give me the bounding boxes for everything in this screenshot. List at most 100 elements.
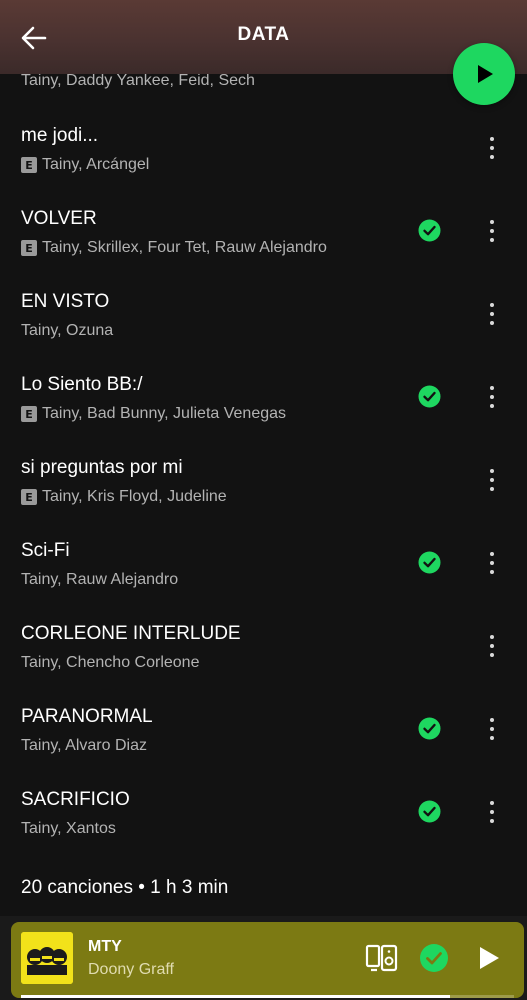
- playback-progress-bar: [21, 995, 514, 998]
- more-dot: [490, 635, 494, 639]
- explicit-badge: E: [21, 489, 37, 505]
- explicit-badge: E: [21, 240, 37, 256]
- now-playing-artist: Doony Graff: [88, 961, 174, 978]
- more-dot: [490, 395, 494, 399]
- page-title: DATA: [237, 24, 290, 45]
- downloaded-check-icon: [418, 385, 441, 408]
- track-subtitle: Tainy, Ozuna: [21, 321, 113, 341]
- track-row[interactable]: Lo Siento BB:/ E Tainy, Bad Bunny, Julieta…: [0, 356, 527, 439]
- more-dot: [490, 229, 494, 233]
- track-title: si preguntas por mi: [21, 457, 183, 478]
- track-subtitle: E Tainy, Kris Floyd, Judeline: [21, 487, 227, 507]
- track-artists: Tainy, Rauw Alejandro: [21, 571, 179, 588]
- more-dot: [490, 727, 494, 731]
- track-row[interactable]: PARANORMAL Tainy, Alvaro Diaz: [0, 688, 527, 771]
- more-options-button[interactable]: [480, 134, 504, 162]
- more-dot: [490, 819, 494, 823]
- track-subtitle: Tainy, Alvaro Diaz: [21, 736, 147, 756]
- track-artists: Tainy, Skrillex, Four Tet, Rauw Alejandr…: [42, 239, 327, 256]
- track-row[interactable]: Sci-Fi Tainy, Rauw Alejandro: [0, 522, 527, 605]
- play-icon: [480, 947, 499, 969]
- track-artists: Tainy, Kris Floyd, Judeline: [42, 488, 227, 505]
- track-row[interactable]: CORLEONE INTERLUDE Tainy, Chencho Corleon…: [0, 605, 527, 688]
- playlist-summary: 20 canciones • 1 h 3 min: [21, 877, 229, 898]
- track-subtitle: Tainy, Xantos: [21, 819, 116, 839]
- more-dot: [490, 386, 494, 390]
- playlist-screen: DATA Tainy, Daddy Yankee, Feid, Sech me …: [0, 0, 527, 1000]
- more-dot: [490, 303, 494, 307]
- explicit-badge: E: [21, 406, 37, 422]
- more-dot: [490, 561, 494, 565]
- more-dot: [490, 801, 494, 805]
- more-options-button[interactable]: [480, 549, 504, 577]
- mini-player[interactable]: MTY Doony Graff: [11, 922, 524, 998]
- connect-device-button[interactable]: [365, 942, 399, 974]
- track-subtitle: E Tainy, Skrillex, Four Tet, Rauw Alejand…: [21, 238, 327, 258]
- play-icon: [478, 65, 493, 83]
- track-artists: Tainy, Ozuna: [21, 322, 114, 339]
- track-title: Lo Siento BB:/: [21, 374, 143, 395]
- devices-icon: [365, 944, 398, 972]
- more-dot: [490, 718, 494, 722]
- playback-progress-fill: [21, 995, 450, 998]
- more-dot: [490, 469, 494, 473]
- more-dot: [490, 312, 494, 316]
- track-list: me jodi... E Tainy, Arcángel VOLVER E Tainy, …: [0, 107, 527, 854]
- more-options-button[interactable]: [480, 466, 504, 494]
- track-artists: Tainy, Arcángel: [42, 156, 150, 173]
- track-subtitle: Tainy, Rauw Alejandro: [21, 570, 178, 590]
- downloaded-check-icon: [418, 800, 441, 823]
- track-row[interactable]: si preguntas por mi E Tainy, Kris Floyd, J…: [0, 439, 527, 522]
- now-playing-downloaded-button[interactable]: [419, 943, 449, 973]
- more-dot: [490, 736, 494, 740]
- track-artists: Tainy, Alvaro Diaz: [21, 737, 147, 754]
- more-options-button[interactable]: [480, 715, 504, 743]
- track-row[interactable]: EN VISTO Tainy, Ozuna: [0, 273, 527, 356]
- more-dot: [490, 137, 494, 141]
- track-title: Sci-Fi: [21, 540, 70, 561]
- track-title: CORLEONE INTERLUDE: [21, 623, 241, 644]
- mini-player-play-button[interactable]: [474, 944, 502, 972]
- more-dot: [490, 653, 494, 657]
- check-circle-icon: [420, 944, 448, 972]
- more-dot: [490, 155, 494, 159]
- play-button[interactable]: [453, 43, 515, 105]
- more-options-button[interactable]: [480, 383, 504, 411]
- track-row[interactable]: VOLVER E Tainy, Skrillex, Four Tet, Rauw A…: [0, 190, 527, 273]
- more-options-button[interactable]: [480, 300, 504, 328]
- now-playing-title: MTY: [88, 938, 122, 955]
- more-dot: [490, 146, 494, 150]
- more-dot: [490, 552, 494, 556]
- downloaded-check-icon: [418, 551, 441, 574]
- track-title: SACRIFICIO: [21, 789, 130, 810]
- track-title: PARANORMAL: [21, 706, 153, 727]
- more-options-button[interactable]: [480, 798, 504, 826]
- track-subtitle: E Tainy, Bad Bunny, Julieta Venegas: [21, 404, 286, 424]
- track-title: EN VISTO: [21, 291, 110, 312]
- more-options-button[interactable]: [480, 632, 504, 660]
- more-dot: [490, 478, 494, 482]
- more-dot: [490, 220, 494, 224]
- track-artists: Tainy, Chencho Corleone: [21, 654, 200, 671]
- header-bar: DATA: [0, 0, 527, 74]
- track-subtitle: E Tainy, Arcángel: [21, 155, 149, 175]
- track-title: me jodi...: [21, 125, 99, 146]
- more-dot: [490, 644, 494, 648]
- more-dot: [490, 570, 494, 574]
- more-dot: [490, 404, 494, 408]
- more-options-button[interactable]: [480, 217, 504, 245]
- downloaded-check-icon: [418, 219, 441, 242]
- track-artists-partial: Tainy, Daddy Yankee, Feid, Sech: [21, 72, 255, 89]
- explicit-badge: E: [21, 157, 37, 173]
- more-dot: [490, 238, 494, 242]
- album-cover: [21, 932, 73, 984]
- track-row[interactable]: SACRIFICIO Tainy, Xantos: [0, 771, 527, 854]
- track-title: VOLVER: [21, 208, 97, 229]
- track-subtitle: Tainy, Chencho Corleone: [21, 653, 199, 673]
- more-dot: [490, 810, 494, 814]
- more-dot: [490, 321, 494, 325]
- track-row[interactable]: me jodi... E Tainy, Arcángel: [0, 107, 527, 190]
- track-artists: Tainy, Xantos: [21, 820, 116, 837]
- track-artists: Tainy, Bad Bunny, Julieta Venegas: [42, 405, 287, 422]
- album-cover-art: [21, 932, 73, 984]
